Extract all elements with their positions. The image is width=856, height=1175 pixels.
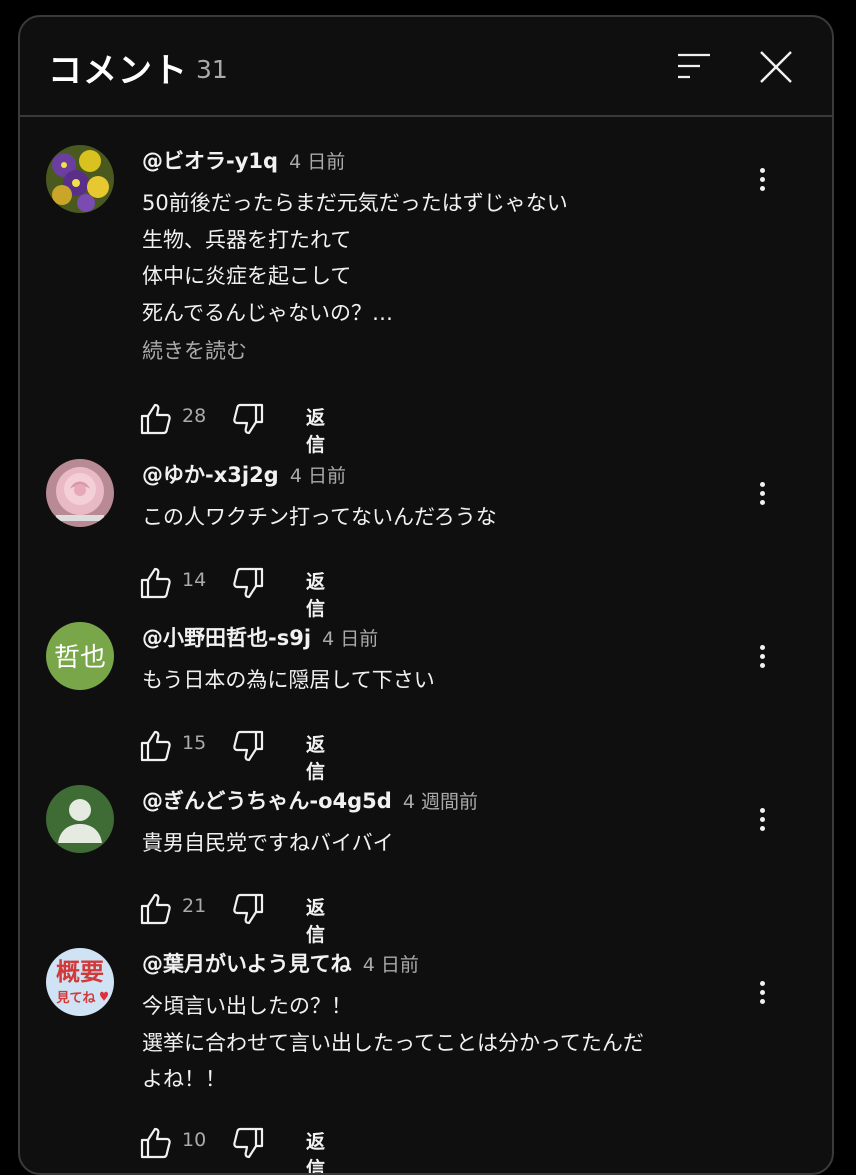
comment-time[interactable]: 4 日前 — [322, 628, 378, 650]
like-button[interactable] — [138, 401, 174, 437]
comment-author[interactable]: @ゆか-x3j2g — [142, 463, 279, 487]
comment-menu-button[interactable] — [750, 978, 774, 1010]
comment-text: もう日本の為に隠居して下さい — [142, 668, 435, 692]
avatar[interactable]: 概要 見てね — [46, 948, 114, 1016]
close-icon — [760, 51, 792, 83]
dislike-button[interactable] — [230, 728, 266, 764]
more-vert-icon — [750, 981, 774, 1004]
sort-button[interactable] — [674, 49, 714, 85]
more-vert-icon — [750, 482, 774, 505]
more-vert-icon — [750, 645, 774, 668]
comments-header: コメント 31 — [20, 17, 832, 117]
reply-button[interactable]: 返信 — [306, 403, 325, 457]
avatar-text-top: 概要 — [56, 958, 104, 986]
comment-menu-button[interactable] — [750, 165, 774, 197]
reply-button[interactable]: 返信 — [306, 893, 325, 947]
like-button[interactable] — [138, 891, 174, 927]
comment-text: 貴男自民党ですねバイバイ — [142, 831, 394, 855]
comment-time[interactable]: 4 日前 — [363, 954, 419, 976]
reply-button[interactable]: 返信 — [306, 730, 325, 784]
like-button[interactable] — [138, 565, 174, 601]
comment-text: 今頃言い出したの？！ 選挙に合わせて言い出したってことは分かってたんだ よね！！ — [142, 994, 644, 1091]
comment-author[interactable]: @ビオラ-y1q — [142, 149, 278, 173]
comment-author[interactable]: @小野田哲也-s9j — [142, 626, 311, 650]
avatar[interactable] — [46, 145, 114, 213]
comments-panel: コメント 31 @ビオラ-y1q 4 日前 50前後だったらまだ元気だったはずじ… — [18, 15, 834, 1175]
thumbs-down-icon — [233, 730, 264, 762]
dislike-button[interactable] — [230, 891, 266, 927]
dislike-button[interactable] — [230, 1125, 266, 1161]
text-avatar-icon: 概要 見てね — [55, 958, 108, 1006]
comments-title: コメント — [48, 51, 188, 91]
thumbs-up-icon — [140, 403, 171, 435]
avatar-initials: 哲也 — [54, 643, 106, 673]
default-user-icon — [58, 799, 102, 843]
reply-button[interactable]: 返信 — [306, 567, 325, 621]
avatar[interactable]: 哲也 — [46, 622, 114, 690]
comment-menu-button[interactable] — [750, 805, 774, 837]
thumbs-up-icon — [140, 1127, 171, 1159]
comments-count: 31 — [196, 55, 228, 84]
thumbs-up-icon — [140, 567, 171, 599]
thumbs-up-icon — [140, 730, 171, 762]
like-button[interactable] — [138, 1125, 174, 1161]
read-more-link[interactable]: 続きを読む — [142, 335, 247, 365]
avatar[interactable] — [46, 459, 114, 527]
like-count: 14 — [182, 569, 207, 591]
sort-icon — [678, 53, 710, 79]
comment-menu-button[interactable] — [750, 642, 774, 674]
rose-avatar-icon — [46, 459, 114, 527]
avatar[interactable] — [46, 785, 114, 853]
comment-text: この人ワクチン打ってないんだろうな — [142, 505, 497, 529]
thumbs-up-icon — [140, 893, 171, 925]
dislike-button[interactable] — [230, 401, 266, 437]
thumbs-down-icon — [233, 403, 264, 435]
thumbs-down-icon — [233, 893, 264, 925]
more-vert-icon — [750, 168, 774, 191]
thumbs-down-icon — [233, 1127, 264, 1159]
comment-time[interactable]: 4 日前 — [290, 465, 346, 487]
pansy-avatar-icon — [46, 145, 114, 213]
like-button[interactable] — [138, 728, 174, 764]
dislike-button[interactable] — [230, 565, 266, 601]
comment-menu-button[interactable] — [750, 479, 774, 511]
comment-text: 50前後だったらまだ元気だったはずじゃない 生物、兵器を打たれて 体中に炎症を起… — [142, 191, 568, 325]
thumbs-down-icon — [233, 567, 264, 599]
comment-time[interactable]: 4 週間前 — [403, 791, 478, 813]
like-count: 21 — [182, 895, 207, 917]
reply-button[interactable]: 返信 — [306, 1127, 325, 1173]
like-count: 28 — [182, 405, 207, 427]
like-count: 10 — [182, 1129, 207, 1151]
comment-time[interactable]: 4 日前 — [289, 151, 345, 173]
avatar-text-bottom: 見てね — [55, 991, 95, 1006]
like-count: 15 — [182, 732, 207, 754]
initials-avatar-icon: 哲也 — [54, 643, 106, 673]
more-vert-icon — [750, 808, 774, 831]
comment-author[interactable]: @葉月がいよう見てね — [142, 952, 352, 976]
close-button[interactable] — [758, 49, 794, 85]
comment-author[interactable]: @ぎんどうちゃん-o4g5d — [142, 789, 392, 813]
